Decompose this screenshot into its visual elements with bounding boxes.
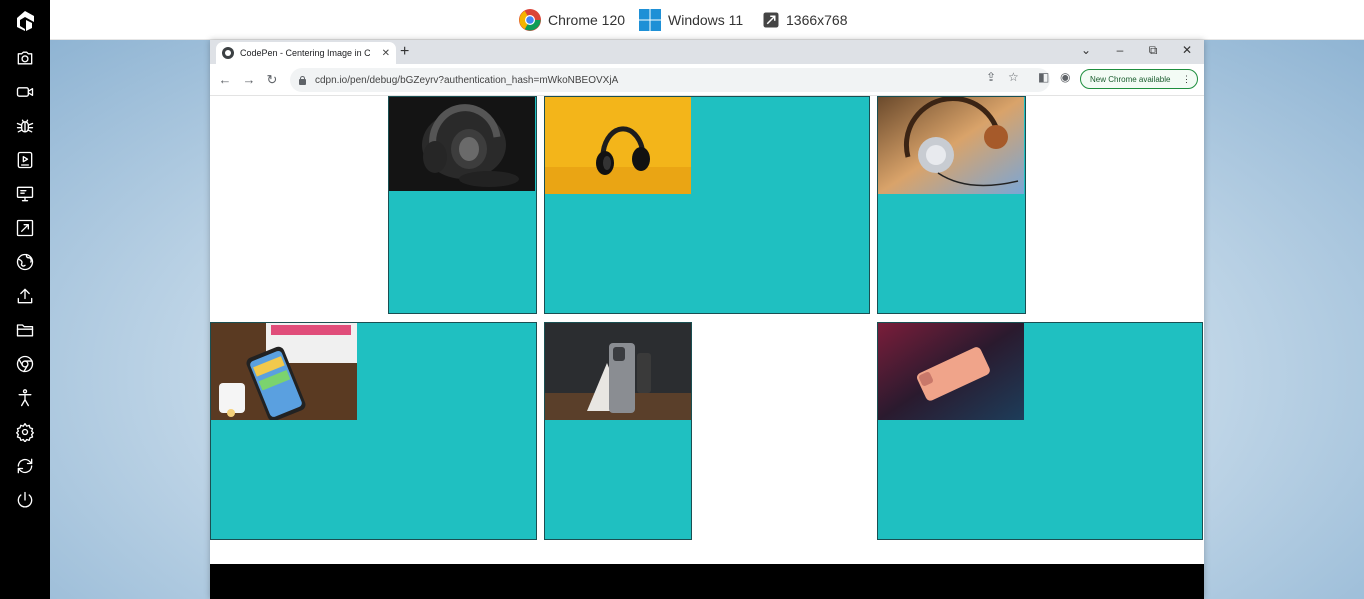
card-image <box>211 323 357 420</box>
card-image <box>389 97 535 191</box>
chrome-icon[interactable] <box>13 352 37 376</box>
gallery-card <box>544 322 692 540</box>
monitor-icon[interactable] <box>13 182 37 206</box>
more-options-icon[interactable]: ⋮ <box>1182 74 1191 85</box>
address-bar: ← → ↻ cdpn.io/pen/debug/bGZeyrv?authenti… <box>210 64 1204 96</box>
upload-icon[interactable] <box>13 284 37 308</box>
omnibox[interactable]: cdpn.io/pen/debug/bGZeyrv?authentication… <box>290 68 1050 92</box>
lock-icon <box>298 75 307 85</box>
browser-label: Chrome 120 <box>548 12 626 28</box>
card-image <box>545 323 691 420</box>
tab-search-icon[interactable]: ⌄ <box>1076 43 1096 57</box>
folder-icon[interactable] <box>13 318 37 342</box>
page-footer-bar <box>210 564 1204 599</box>
resolution-info: 1366x768 <box>762 8 848 32</box>
forward-button[interactable]: → <box>240 71 258 89</box>
left-toolbar <box>0 0 50 599</box>
url-text: cdpn.io/pen/debug/bGZeyrv?authentication… <box>315 74 619 86</box>
accessibility-icon[interactable] <box>13 386 37 410</box>
gallery-card <box>544 96 870 314</box>
bookmark-star-icon[interactable]: ☆ <box>1008 70 1019 84</box>
settings-icon[interactable] <box>13 420 37 444</box>
camera-icon[interactable] <box>13 46 37 70</box>
globe-favicon-icon <box>222 47 234 59</box>
share-icon[interactable]: ⇪ <box>986 70 996 84</box>
power-icon[interactable] <box>13 488 37 512</box>
profile-avatar-icon[interactable]: ◉ <box>1060 70 1070 84</box>
chrome-logo-icon <box>519 9 541 31</box>
tab-title: CodePen - Centering Image in C <box>240 48 370 58</box>
sync-icon[interactable] <box>13 454 37 478</box>
gallery-card <box>388 96 537 314</box>
browser-info: Chrome 120 <box>518 8 625 32</box>
side-panel-icon[interactable]: ◧ <box>1038 70 1049 84</box>
active-tab[interactable]: CodePen - Centering Image in C ✕ <box>216 42 396 64</box>
resize-icon[interactable] <box>13 216 37 240</box>
video-icon[interactable] <box>13 80 37 104</box>
restore-button[interactable]: ⧉ <box>1143 43 1163 58</box>
card-image <box>545 97 691 194</box>
play-screen-icon[interactable] <box>13 148 37 172</box>
tab-strip: CodePen - Centering Image in C ✕ + ⌄ – ⧉… <box>210 40 1204 64</box>
back-button[interactable]: ← <box>216 71 234 89</box>
new-tab-button[interactable]: + <box>400 43 409 61</box>
resolution-label: 1366x768 <box>786 12 848 28</box>
update-label: New Chrome available <box>1090 74 1171 84</box>
card-image <box>878 323 1024 420</box>
browser-window: CodePen - Centering Image in C ✕ + ⌄ – ⧉… <box>210 40 1204 599</box>
page-viewport <box>210 96 1204 564</box>
close-tab-icon[interactable]: ✕ <box>382 48 390 59</box>
bug-icon[interactable] <box>13 114 37 138</box>
minimize-button[interactable]: – <box>1110 43 1130 57</box>
windows-logo-icon <box>639 9 661 31</box>
gallery-card <box>210 322 537 540</box>
gallery-card <box>877 96 1026 314</box>
update-chrome-button[interactable]: New Chrome available ⋮ <box>1080 69 1198 89</box>
close-window-button[interactable]: ✕ <box>1177 43 1197 57</box>
session-info-bar: Chrome 120 Windows 11 1366x768 <box>50 0 1364 40</box>
os-label: Windows 11 <box>668 12 744 28</box>
card-image <box>878 97 1024 194</box>
globe-icon[interactable] <box>13 250 37 274</box>
logo-icon <box>17 11 34 31</box>
os-info: Windows 11 <box>638 8 743 32</box>
reload-button[interactable]: ↻ <box>263 71 281 89</box>
resolution-icon <box>763 12 779 28</box>
gallery-card <box>877 322 1203 540</box>
